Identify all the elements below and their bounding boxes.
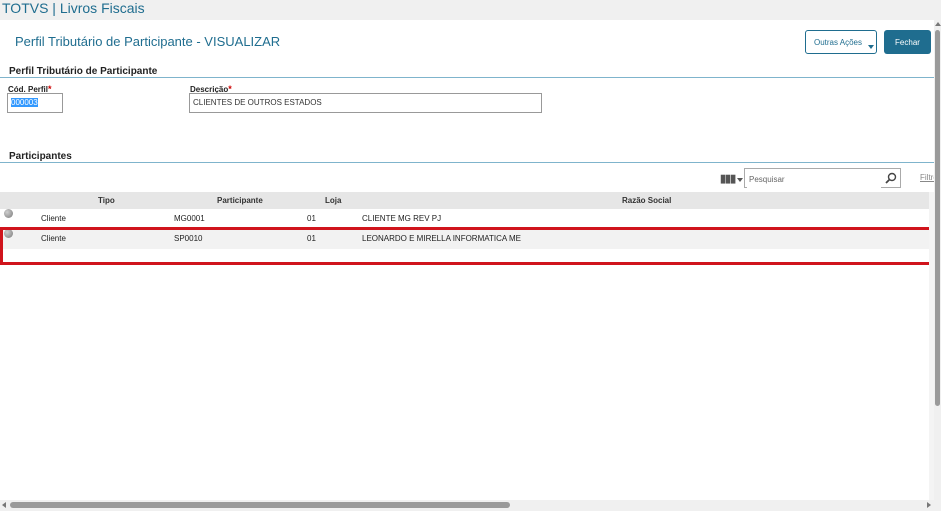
scroll-left-icon[interactable] xyxy=(2,502,6,508)
search-box xyxy=(744,168,901,189)
section-title-perfil: Perfil Tributário de Participante xyxy=(9,66,158,77)
scrollbar-thumb[interactable] xyxy=(935,30,940,406)
outras-acoes-label: Outras Ações xyxy=(813,37,863,47)
chevron-down-icon xyxy=(868,45,874,49)
vertical-scrollbar[interactable] xyxy=(934,20,941,500)
grid-header: Tipo Participante Loja Razão Social xyxy=(0,192,929,209)
scrollbar-thumb[interactable] xyxy=(10,502,510,508)
cell-razao-social: CLIENTE MG REV PJ xyxy=(362,214,442,223)
column-selector-button[interactable]: ▮▮▮ xyxy=(720,172,743,188)
status-icon xyxy=(4,209,13,218)
highlight-box xyxy=(0,227,934,265)
scroll-up-icon[interactable] xyxy=(935,22,941,26)
cell-loja: 01 xyxy=(307,214,316,223)
column-header-loja[interactable]: Loja xyxy=(325,192,341,209)
cod-perfil-value: 000003 xyxy=(11,98,38,107)
outras-acoes-button[interactable]: Outras Ações xyxy=(805,30,877,54)
columns-icon: ▮▮▮ xyxy=(720,173,736,185)
table-row[interactable]: Cliente MG0001 01 CLIENTE MG REV PJ xyxy=(0,209,929,229)
section-divider xyxy=(0,77,934,78)
cod-perfil-field[interactable]: 000003 xyxy=(7,93,63,113)
app-title: TOTVS | Livros Fiscais xyxy=(0,0,941,20)
descricao-field[interactable]: CLIENTES DE OUTROS ESTADOS xyxy=(189,93,542,113)
section-divider xyxy=(0,162,934,163)
cell-participante: MG0001 xyxy=(174,214,205,223)
chevron-down-icon xyxy=(737,178,743,182)
main-panel: Perfil Tributário de Participante - VISU… xyxy=(0,20,938,502)
descricao-value: CLIENTES DE OUTROS ESTADOS xyxy=(193,98,322,107)
scroll-right-icon[interactable] xyxy=(927,502,931,508)
column-header-tipo[interactable]: Tipo xyxy=(98,192,115,209)
search-icon[interactable] xyxy=(885,172,897,184)
column-header-participante[interactable]: Participante xyxy=(217,192,263,209)
fechar-button[interactable]: Fechar xyxy=(884,30,931,54)
column-header-razao-social[interactable]: Razão Social xyxy=(622,192,671,209)
cell-tipo: Cliente xyxy=(41,214,66,223)
search-input[interactable] xyxy=(747,170,881,189)
page-title: Perfil Tributário de Participante - VISU… xyxy=(15,34,281,49)
horizontal-scrollbar[interactable] xyxy=(0,500,941,511)
section-title-participantes: Participantes xyxy=(9,151,72,162)
